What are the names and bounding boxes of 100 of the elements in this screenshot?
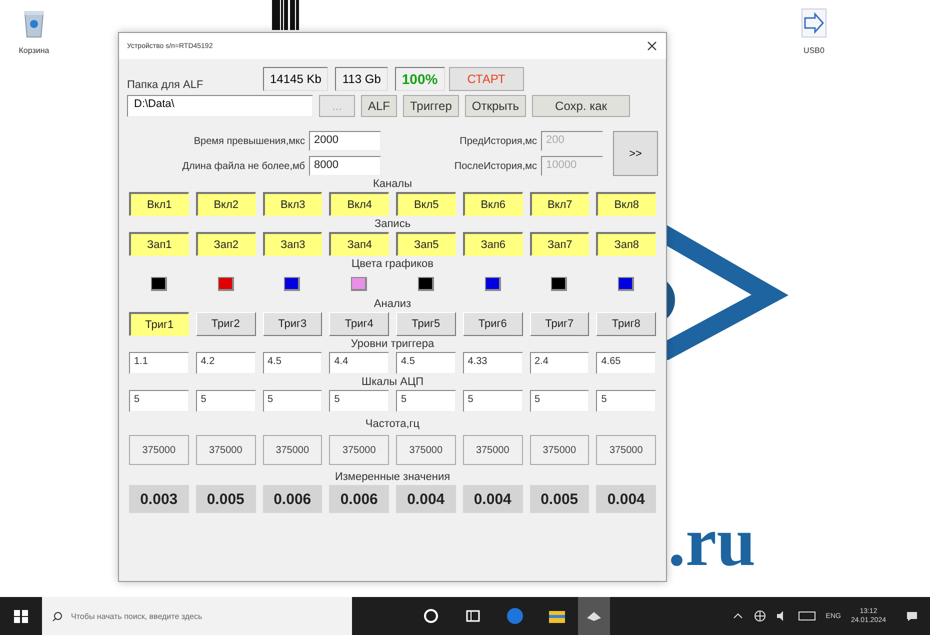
section-title: Цвета графиков	[351, 258, 434, 271]
windows-start-icon[interactable]	[12, 607, 30, 625]
desktop-icon-label[interactable]: Корзина	[18, 46, 50, 55]
more-button[interactable]: >>	[613, 131, 658, 176]
desktop-icon-label[interactable]: USB0	[804, 46, 824, 55]
toolbar-button[interactable]: Сохр. как	[532, 95, 630, 117]
toggle-button[interactable]: Зап8	[596, 232, 656, 256]
color-swatch[interactable]	[150, 277, 167, 291]
toggle-button[interactable]: Зап4	[329, 232, 389, 256]
input-field[interactable]: 5	[329, 390, 389, 412]
frequency-cell: 375000	[396, 435, 456, 465]
recycle-bin-icon[interactable]	[22, 8, 46, 38]
keyboard-icon[interactable]	[798, 610, 816, 622]
parameter-field[interactable]: 8000	[309, 156, 381, 176]
input-field[interactable]: 4.4	[329, 352, 389, 374]
measured-value: 0.006	[262, 485, 322, 513]
frequency-cell: 375000	[596, 435, 656, 465]
parameter-label: Время превышения,мкс	[192, 136, 305, 146]
input-field[interactable]: 5	[129, 390, 189, 412]
folder-label: Папка для ALF	[127, 79, 204, 91]
color-swatch[interactable]	[618, 277, 634, 291]
close-icon[interactable]	[646, 40, 658, 52]
section-title: Частота,гц	[365, 418, 420, 431]
input-field[interactable]: 4.2	[196, 352, 256, 374]
toggle-button[interactable]: Зап7	[530, 232, 590, 256]
color-swatch[interactable]	[218, 277, 234, 291]
measured-value: 0.006	[329, 485, 389, 513]
taskbar-search-field[interactable]: Чтобы начать поиск, введите здесь	[42, 597, 352, 635]
frequency-cell: 375000	[129, 435, 189, 465]
color-swatch[interactable]	[484, 277, 501, 291]
frequency-cell: 375000	[262, 435, 322, 465]
toolbar-button[interactable]: ALF	[361, 95, 398, 117]
barcode-icon[interactable]	[272, 0, 300, 30]
globe-icon[interactable]	[754, 610, 766, 622]
toolbar-button[interactable]: Триггер	[403, 95, 459, 117]
status-readout: 113 Gb	[335, 67, 388, 91]
toggle-button[interactable]: Триг1	[129, 312, 189, 336]
toggle-button[interactable]: Вкл4	[329, 192, 389, 216]
parameter-label: ПослеИстория,мс	[453, 160, 537, 172]
measured-value: 0.003	[129, 485, 189, 513]
cortana-icon[interactable]	[422, 607, 440, 625]
section-title: Измеренные значения	[334, 471, 450, 484]
parameter-label: ПредИстория,мс	[458, 136, 537, 146]
toggle-button[interactable]: Триг2	[196, 312, 256, 336]
measured-value: 0.005	[196, 485, 256, 513]
measured-value: 0.004	[462, 485, 522, 513]
input-field[interactable]: 5	[596, 390, 656, 412]
active-app-button[interactable]	[578, 597, 610, 635]
toggle-button[interactable]: Вкл3	[262, 192, 322, 216]
search-icon	[52, 610, 63, 622]
toggle-button[interactable]: Зап3	[262, 232, 322, 256]
toggle-button[interactable]: Триг4	[329, 312, 389, 336]
color-swatch[interactable]	[351, 277, 368, 291]
input-field[interactable]: 5	[530, 390, 590, 412]
frequency-cell: 375000	[462, 435, 522, 465]
notifications-icon[interactable]	[906, 610, 918, 622]
toggle-button[interactable]: Вкл6	[462, 192, 522, 216]
input-field[interactable]: 4.5	[262, 352, 322, 374]
toggle-button[interactable]: Триг3	[262, 312, 322, 336]
color-swatch[interactable]	[284, 277, 300, 291]
toggle-button[interactable]: Триг5	[396, 312, 456, 336]
input-field[interactable]: 5	[396, 390, 456, 412]
input-field[interactable]: 4.33	[462, 352, 522, 374]
toggle-button[interactable]: Вкл2	[196, 192, 256, 216]
measured-value: 0.004	[396, 485, 456, 513]
toggle-button[interactable]: Триг7	[530, 312, 590, 336]
section-title: Каналы	[372, 178, 412, 191]
folder-path-field[interactable]: D:\Data\	[127, 95, 313, 117]
toggle-button[interactable]: Вкл5	[396, 192, 456, 216]
section-title: Анализ	[374, 298, 412, 311]
input-field[interactable]: 4.5	[396, 352, 456, 374]
status-readout: 14145 Kb	[263, 67, 328, 91]
section-title: Уровни триггера	[350, 338, 434, 351]
input-field[interactable]: 4.65	[596, 352, 656, 374]
frequency-cell: 375000	[196, 435, 256, 465]
toggle-button[interactable]: Триг6	[462, 312, 522, 336]
toggle-button[interactable]: Зап5	[396, 232, 456, 256]
toggle-button[interactable]: Вкл7	[530, 192, 590, 216]
toggle-button[interactable]: Вкл8	[596, 192, 656, 216]
input-field[interactable]: 1.1	[129, 352, 189, 374]
wallpaper-text: .ru	[668, 508, 756, 578]
device-icon[interactable]	[801, 8, 827, 38]
frequency-cell: 375000	[530, 435, 590, 465]
toggle-button[interactable]: Вкл1	[129, 192, 189, 216]
input-field[interactable]: 5	[462, 390, 522, 412]
parameter-label: Длина файла не более,мб	[181, 160, 305, 172]
parameter-field[interactable]: 2000	[309, 131, 381, 151]
input-field[interactable]: 5	[196, 390, 256, 412]
measured-value: 0.004	[596, 485, 656, 513]
toggle-button[interactable]: Зап6	[462, 232, 522, 256]
toggle-button[interactable]: Зап1	[129, 232, 189, 256]
toggle-button[interactable]: Зап2	[196, 232, 256, 256]
color-swatch[interactable]	[551, 277, 568, 291]
input-field[interactable]: 5	[262, 390, 322, 412]
toggle-button[interactable]: Триг8	[596, 312, 656, 336]
color-swatch[interactable]	[418, 277, 434, 291]
frequency-cell: 375000	[329, 435, 389, 465]
input-field[interactable]: 2.4	[530, 352, 590, 374]
toolbar-button[interactable]: Открыть	[464, 95, 526, 117]
browser-icon[interactable]	[506, 607, 524, 625]
